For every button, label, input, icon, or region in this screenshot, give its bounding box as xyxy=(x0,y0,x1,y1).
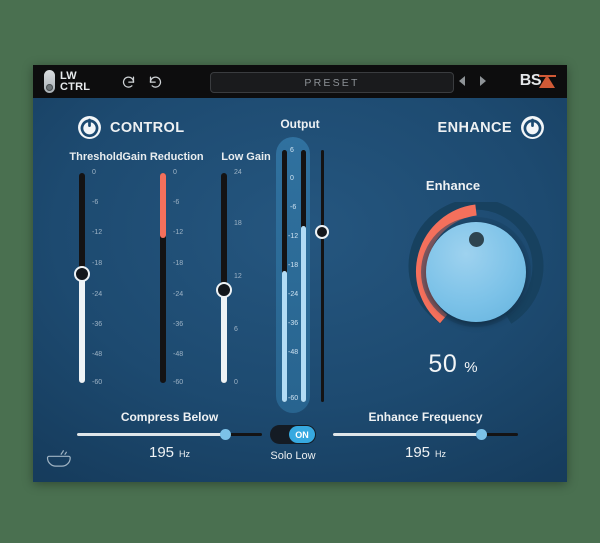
output-label: Output xyxy=(280,117,320,131)
compress-below-group: Compress Below 195 Hz xyxy=(77,410,262,462)
low-gain-scale-0: 24 xyxy=(234,169,242,176)
enhance-frequency-value-number: 195 xyxy=(404,444,431,461)
threshold-scale-0: 0 xyxy=(92,169,96,176)
top-bar: LW CTRL PRESET BS xyxy=(33,65,567,98)
output-meter-right-track xyxy=(301,150,306,402)
low-gain-scale-3: 6 xyxy=(234,326,238,333)
output-scale-2: -6 xyxy=(290,204,297,211)
low-gain-knob[interactable] xyxy=(216,282,232,298)
bowl-icon xyxy=(46,450,71,467)
undo-redo-group xyxy=(121,74,163,89)
output-scale-8: -60 xyxy=(288,395,299,402)
preset-input[interactable]: PRESET xyxy=(210,72,454,93)
enhance-value-number: 50 xyxy=(428,350,458,378)
low-gain-scale-2: 12 xyxy=(234,273,242,280)
enhance-frequency-fill xyxy=(333,433,481,436)
solo-low-group: ON Solo Low xyxy=(270,425,316,462)
threshold-scale-5: -36 xyxy=(92,321,103,328)
compress-below-value-number: 195 xyxy=(148,444,175,461)
enhance-frequency-knob[interactable] xyxy=(475,429,487,440)
output-scale-5: -24 xyxy=(288,291,299,298)
fader-logo-icon xyxy=(44,70,55,93)
gain-reduction-scale-7: -60 xyxy=(173,379,184,386)
preset-next-button[interactable] xyxy=(480,76,486,86)
enhance-frequency-value-unit: Hz xyxy=(435,449,447,459)
solo-low-label: Solo Low xyxy=(270,450,316,462)
compress-below-label: Compress Below xyxy=(120,410,219,424)
enhance-frequency-group: Enhance Frequency 195 Hz xyxy=(333,410,518,462)
output-fader-knob[interactable] xyxy=(315,225,329,239)
threshold-scale-7: -60 xyxy=(92,379,103,386)
gain-reduction-scale-3: -18 xyxy=(173,260,184,267)
output-meter-left-track xyxy=(282,150,287,402)
enhance-frequency-label: Enhance Frequency xyxy=(368,410,483,424)
threshold-fill xyxy=(79,274,85,383)
gain-reduction-scale-0: 0 xyxy=(173,169,177,176)
redo-icon[interactable] xyxy=(148,74,163,89)
screen: LW CTRL PRESET BS CONTROL ENHANCE Thresh… xyxy=(0,0,600,543)
low-gain-track[interactable] xyxy=(221,173,227,383)
threshold-scale-1: -6 xyxy=(92,199,99,206)
compress-below-value-unit: Hz xyxy=(179,449,191,459)
solo-low-toggle[interactable]: ON xyxy=(270,425,316,444)
output-scale-3: -12 xyxy=(288,233,299,240)
threshold-scale-2: -12 xyxy=(92,229,103,236)
undo-icon[interactable] xyxy=(121,74,136,89)
output-scale-7: -48 xyxy=(288,349,299,356)
compress-below-value: 195 Hz xyxy=(77,444,262,462)
low-gain-scale-1: 18 xyxy=(234,220,242,227)
logo-line-1: LW xyxy=(60,69,77,82)
gain-reduction-scale-1: -6 xyxy=(173,199,180,206)
gain-reduction-scale-4: -24 xyxy=(173,291,184,298)
compress-below-knob[interactable] xyxy=(219,429,231,440)
output-scale-0: 6 xyxy=(290,147,294,154)
enhance-frequency-value: 195 Hz xyxy=(333,444,518,462)
brand-triangle-icon xyxy=(539,73,556,89)
enhance-knob-face[interactable] xyxy=(426,222,526,322)
gain-reduction-scale-2: -12 xyxy=(173,229,184,236)
gain-reduction-track xyxy=(160,173,166,383)
output-scale-6: -36 xyxy=(288,320,299,327)
output-meter-left-fill xyxy=(282,271,287,402)
compress-below-track[interactable] xyxy=(77,429,262,440)
output-scale-4: -18 xyxy=(288,262,299,269)
lw-ctrl-logo: LW CTRL xyxy=(44,70,90,93)
gain-reduction-scale-6: -48 xyxy=(173,351,184,358)
enhance-knob-value: 50% xyxy=(363,350,543,379)
plugin-window: LW CTRL PRESET BS CONTROL ENHANCE Thresh… xyxy=(33,65,567,482)
threshold-scale-4: -24 xyxy=(92,291,103,298)
solo-low-toggle-state: ON xyxy=(289,426,315,443)
lw-ctrl-logo-text: LW CTRL xyxy=(60,69,91,93)
logo-line-2: CTRL xyxy=(60,80,91,93)
threshold-knob[interactable] xyxy=(74,266,90,282)
low-gain-fill xyxy=(221,290,227,383)
enhance-knob-label: Enhance xyxy=(425,178,481,193)
output-fader-track[interactable] xyxy=(321,150,324,402)
threshold-scale-3: -18 xyxy=(92,260,103,267)
preset-prev-button[interactable] xyxy=(459,76,465,86)
enhance-knob-indicator xyxy=(469,232,484,247)
bsa-brand-logo: BS xyxy=(520,73,556,89)
gain-reduction-fill xyxy=(160,173,166,238)
brand-text: BS xyxy=(519,72,542,89)
enhance-frequency-track[interactable] xyxy=(333,429,518,440)
gain-reduction-scale-5: -36 xyxy=(173,321,184,328)
low-gain-scale-4: 0 xyxy=(234,379,238,386)
enhance-value-unit: % xyxy=(464,359,478,376)
output-meter-right-fill xyxy=(301,226,306,402)
output-scale-1: 0 xyxy=(290,175,294,182)
threshold-scale-6: -48 xyxy=(92,351,103,358)
compress-below-fill xyxy=(77,433,225,436)
enhance-knob[interactable] xyxy=(406,198,546,342)
